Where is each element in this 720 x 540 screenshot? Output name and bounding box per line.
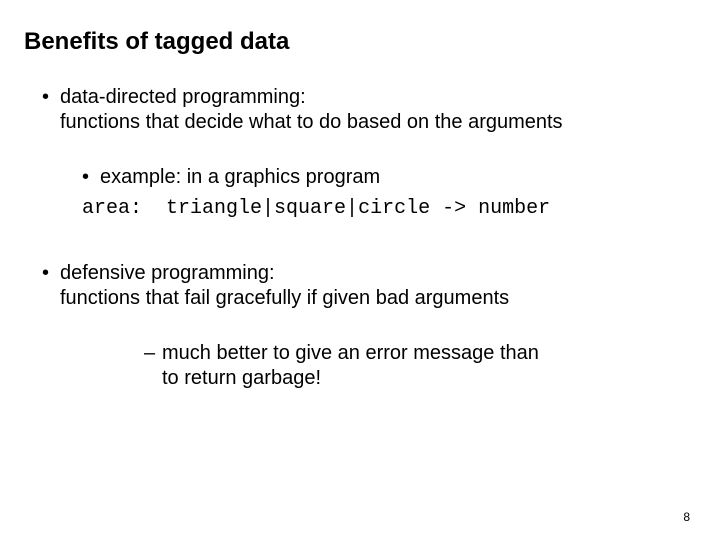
bullet-defensive: • defensive programming: functions that … bbox=[42, 262, 696, 310]
slide-title: Benefits of tagged data bbox=[24, 28, 696, 56]
example-label: area: bbox=[82, 197, 142, 220]
bullet-desc: functions that decide what to do based o… bbox=[60, 111, 696, 134]
page-number: 8 bbox=[683, 510, 690, 524]
note-line1: much better to give an error message tha… bbox=[162, 342, 539, 365]
note-bullet: – much better to give an error message t… bbox=[144, 342, 696, 390]
note-line2: to return garbage! bbox=[162, 367, 696, 390]
dash-icon: – bbox=[144, 342, 162, 365]
bullet-dot-icon: • bbox=[82, 166, 100, 189]
example-bullet: • example: in a graphics program bbox=[82, 166, 696, 189]
bullet-dot-icon: • bbox=[42, 262, 60, 285]
bullet-data-directed: • data-directed programming: functions t… bbox=[42, 86, 696, 134]
example-intro: example: in a graphics program bbox=[100, 166, 380, 189]
example-code: area: triangle|square|circle -> number bbox=[82, 197, 696, 220]
bullet-term: data-directed programming: bbox=[60, 86, 696, 109]
bullet-desc: functions that fail gracefully if given … bbox=[60, 287, 696, 310]
bullet-term: defensive programming: bbox=[60, 262, 696, 285]
example-type: triangle|square|circle -> number bbox=[166, 197, 550, 220]
bullet-dot-icon: • bbox=[42, 86, 60, 109]
